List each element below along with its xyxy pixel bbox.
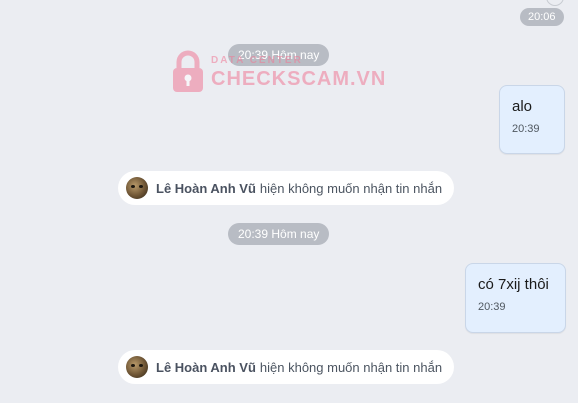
message-time: 20:39 [478, 301, 506, 313]
date-divider: 20:39 Hôm nay [228, 223, 330, 245]
checkscam-watermark: DATA CENTER CHECKSCAM.VN [171, 50, 386, 94]
message-text: có 7xij thôi [478, 276, 549, 293]
notice-text: hiện không muốn nhận tin nhắn [259, 359, 443, 375]
message-text: alo [512, 98, 533, 115]
watermark-subtitle: DATA CENTER [211, 54, 303, 66]
outgoing-message[interactable]: alo 20:39 [499, 85, 565, 154]
message-timestamp: 20:06 [520, 8, 564, 26]
outgoing-message[interactable]: có 7xij thôi 20:39 [465, 263, 566, 333]
avatar[interactable] [126, 356, 148, 378]
message-time: 20:39 [512, 123, 540, 135]
scroll-indicator-icon[interactable] [546, 0, 564, 6]
contact-name[interactable]: Lê Hoàn Anh Vũ [156, 181, 256, 196]
notice-text: hiện không muốn nhận tin nhắn [259, 180, 443, 196]
watermark-brand: CHECKSCAM.VN [211, 67, 387, 90]
system-notice: Lê Hoàn Anh Vũ hiện không muốn nhận tin … [118, 171, 455, 205]
system-notice: Lê Hoàn Anh Vũ hiện không muốn nhận tin … [118, 350, 455, 384]
avatar[interactable] [126, 177, 148, 199]
lock-icon [171, 50, 205, 94]
chat-area: 20:06 20:39 Hôm nay DATA CENTER CHECKSCA… [0, 0, 578, 403]
contact-name[interactable]: Lê Hoàn Anh Vũ [156, 360, 256, 375]
